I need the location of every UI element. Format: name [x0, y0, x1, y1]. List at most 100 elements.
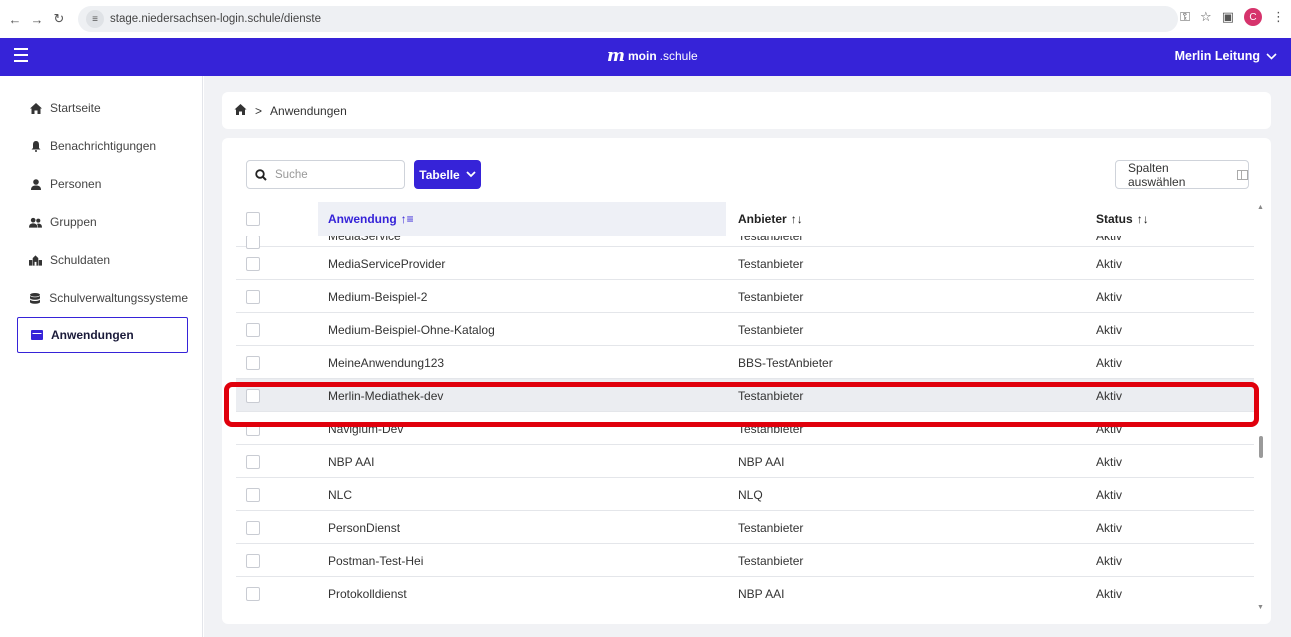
sidebar-item-benachrichtigungen[interactable]: Benachrichtigungen — [17, 129, 188, 163]
key-icon[interactable]: ⚿ — [1180, 9, 1190, 25]
brand-logo[interactable]: m moin .schule — [607, 46, 698, 66]
cell-anwendung: MediaService — [328, 236, 401, 243]
table-row[interactable]: Medium-Beispiel-Ohne-Katalog Testanbiete… — [236, 313, 1254, 346]
sidebar-item-schulverwaltungssysteme[interactable]: Schulverwaltungssysteme — [17, 281, 188, 315]
database-icon — [29, 292, 41, 304]
table-scrollbar[interactable]: ▲ ▼ — [1256, 202, 1266, 616]
sidebar-item-gruppen[interactable]: Gruppen — [17, 205, 188, 239]
app-header: m moin .schule Merlin Leitung — [0, 38, 1291, 76]
scrollbar-thumb[interactable] — [1259, 436, 1263, 458]
user-menu[interactable]: Merlin Leitung — [1175, 49, 1277, 63]
bell-icon — [29, 140, 42, 152]
cell-anwendung: Merlin-Mediathek-dev — [328, 388, 444, 403]
row-checkbox[interactable] — [246, 346, 260, 379]
table-row[interactable]: Postman-Test-Hei Testanbieter Aktiv — [236, 544, 1254, 577]
chevron-down-icon — [466, 171, 476, 178]
view-mode-label: Tabelle — [419, 167, 460, 182]
search-field[interactable] — [246, 160, 405, 189]
table-header: Anwendung ↑≡ Anbieter ↑↓ Status ↑↓ — [236, 202, 1254, 236]
sidebar-item-label: Anwendungen — [51, 328, 134, 342]
sidebar-item-label: Schulverwaltungssysteme — [49, 291, 188, 305]
home-icon[interactable] — [234, 103, 247, 118]
back-icon[interactable]: ← — [4, 8, 26, 30]
sidebar-item-label: Gruppen — [50, 215, 97, 229]
row-checkbox[interactable] — [246, 412, 260, 445]
search-input[interactable] — [275, 168, 395, 181]
extensions-icon[interactable]: ▣ — [1222, 9, 1234, 25]
address-bar[interactable]: ≡ stage.niedersachsen-login.schule/diens… — [78, 6, 1178, 32]
browser-menu-icon[interactable]: ⋮ — [1272, 9, 1285, 25]
row-checkbox[interactable] — [246, 280, 260, 313]
cell-status: Aktiv — [1096, 586, 1123, 601]
table-row[interactable]: MeineAnwendung123 BBS-TestAnbieter Aktiv — [236, 346, 1254, 379]
row-checkbox[interactable] — [246, 445, 260, 478]
cell-anwendung: Postman-Test-Hei — [328, 553, 424, 568]
cell-anwendung: Protokolldienst — [328, 586, 407, 601]
cell-anbieter: Testanbieter — [738, 236, 804, 243]
cell-status: Aktiv — [1096, 355, 1123, 370]
main-content: > Anwendungen Tabelle Spalten auswählen … — [204, 76, 1291, 637]
profile-avatar[interactable]: C — [1244, 8, 1262, 26]
chevron-right-icon: > — [255, 103, 263, 118]
cell-anwendung: Medium-Beispiel-2 — [328, 289, 428, 304]
column-header-anwendung[interactable]: Anwendung ↑≡ — [318, 202, 726, 236]
table-row[interactable]: PersonDienst Testanbieter Aktiv — [236, 511, 1254, 544]
cell-status: Aktiv — [1096, 520, 1123, 535]
cell-anwendung: PersonDienst — [328, 520, 401, 535]
logo-icon: m — [607, 46, 625, 66]
sidebar-item-schuldaten[interactable]: Schuldaten — [17, 243, 188, 277]
column-header-status[interactable]: Status ↑↓ — [1096, 202, 1149, 236]
scroll-down-icon[interactable]: ▼ — [1257, 604, 1264, 611]
cell-anbieter: NLQ — [738, 487, 763, 502]
cell-anbieter: Testanbieter — [738, 289, 804, 304]
sort-icon: ↑↓ — [790, 212, 803, 226]
person-icon — [29, 178, 42, 190]
select-columns-button[interactable]: Spalten auswählen — [1115, 160, 1249, 189]
cell-status: Aktiv — [1096, 388, 1123, 403]
scroll-up-icon[interactable]: ▲ — [1257, 204, 1264, 211]
row-checkbox[interactable] — [246, 247, 260, 280]
row-checkbox[interactable] — [246, 511, 260, 544]
cell-status: Aktiv — [1096, 421, 1123, 436]
table-row[interactable]: NLC NLQ Aktiv — [236, 478, 1254, 511]
reload-icon[interactable]: ↻ — [48, 8, 70, 30]
sidebar-item-label: Startseite — [50, 101, 101, 115]
cell-anwendung: NLC — [328, 487, 353, 502]
column-header-anbieter[interactable]: Anbieter ↑↓ — [738, 202, 803, 236]
row-checkbox[interactable] — [246, 577, 260, 610]
sidebar-item-startseite[interactable]: Startseite — [17, 91, 188, 125]
view-mode-button[interactable]: Tabelle — [414, 160, 481, 189]
cell-anbieter: Testanbieter — [738, 520, 804, 535]
url-text: stage.niedersachsen-login.schule/dienste — [110, 13, 321, 25]
row-checkbox[interactable] — [246, 478, 260, 511]
browser-toolbar: ← → ↻ ≡ stage.niedersachsen-login.schule… — [0, 0, 1291, 38]
group-icon — [29, 217, 42, 228]
cell-status: Aktiv — [1096, 553, 1123, 568]
table-row[interactable]: Navigium-Dev Testanbieter Aktiv — [236, 412, 1254, 445]
cell-anbieter: Testanbieter — [738, 256, 804, 271]
cell-status: Aktiv — [1096, 256, 1123, 271]
table-row[interactable]: Protokolldienst NBP AAI Aktiv — [236, 577, 1254, 610]
apps-icon — [30, 330, 43, 340]
table-row[interactable]: Medium-Beispiel-2 Testanbieter Aktiv — [236, 280, 1254, 313]
sidebar-item-anwendungen[interactable]: Anwendungen — [17, 317, 188, 353]
cell-anbieter: BBS-TestAnbieter — [738, 355, 833, 370]
table-row[interactable]: MediaServiceProvider Testanbieter Aktiv — [236, 247, 1254, 280]
sort-ascending-icon: ↑≡ — [400, 212, 414, 226]
select-all-checkbox[interactable] — [246, 202, 260, 236]
table-card: Tabelle Spalten auswählen Anwendung ↑≡ A… — [222, 138, 1271, 624]
sidebar-item-personen[interactable]: Personen — [17, 167, 188, 201]
row-checkbox[interactable] — [246, 379, 260, 412]
row-checkbox[interactable] — [246, 313, 260, 346]
table-row[interactable]: NBP AAI NBP AAI Aktiv — [236, 445, 1254, 478]
table-row-highlighted[interactable]: Merlin-Mediathek-dev Testanbieter Aktiv — [236, 379, 1254, 412]
site-info-icon[interactable]: ≡ — [86, 10, 104, 28]
forward-icon[interactable]: → — [26, 8, 48, 30]
cell-anbieter: Testanbieter — [738, 322, 804, 337]
home-icon — [29, 102, 42, 114]
table-row[interactable]: MediaService Testanbieter Aktiv — [236, 236, 1254, 249]
brand-suffix: .schule — [659, 49, 698, 63]
bookmark-star-icon[interactable]: ☆ — [1200, 9, 1212, 25]
menu-icon[interactable] — [14, 48, 28, 62]
row-checkbox[interactable] — [246, 544, 260, 577]
